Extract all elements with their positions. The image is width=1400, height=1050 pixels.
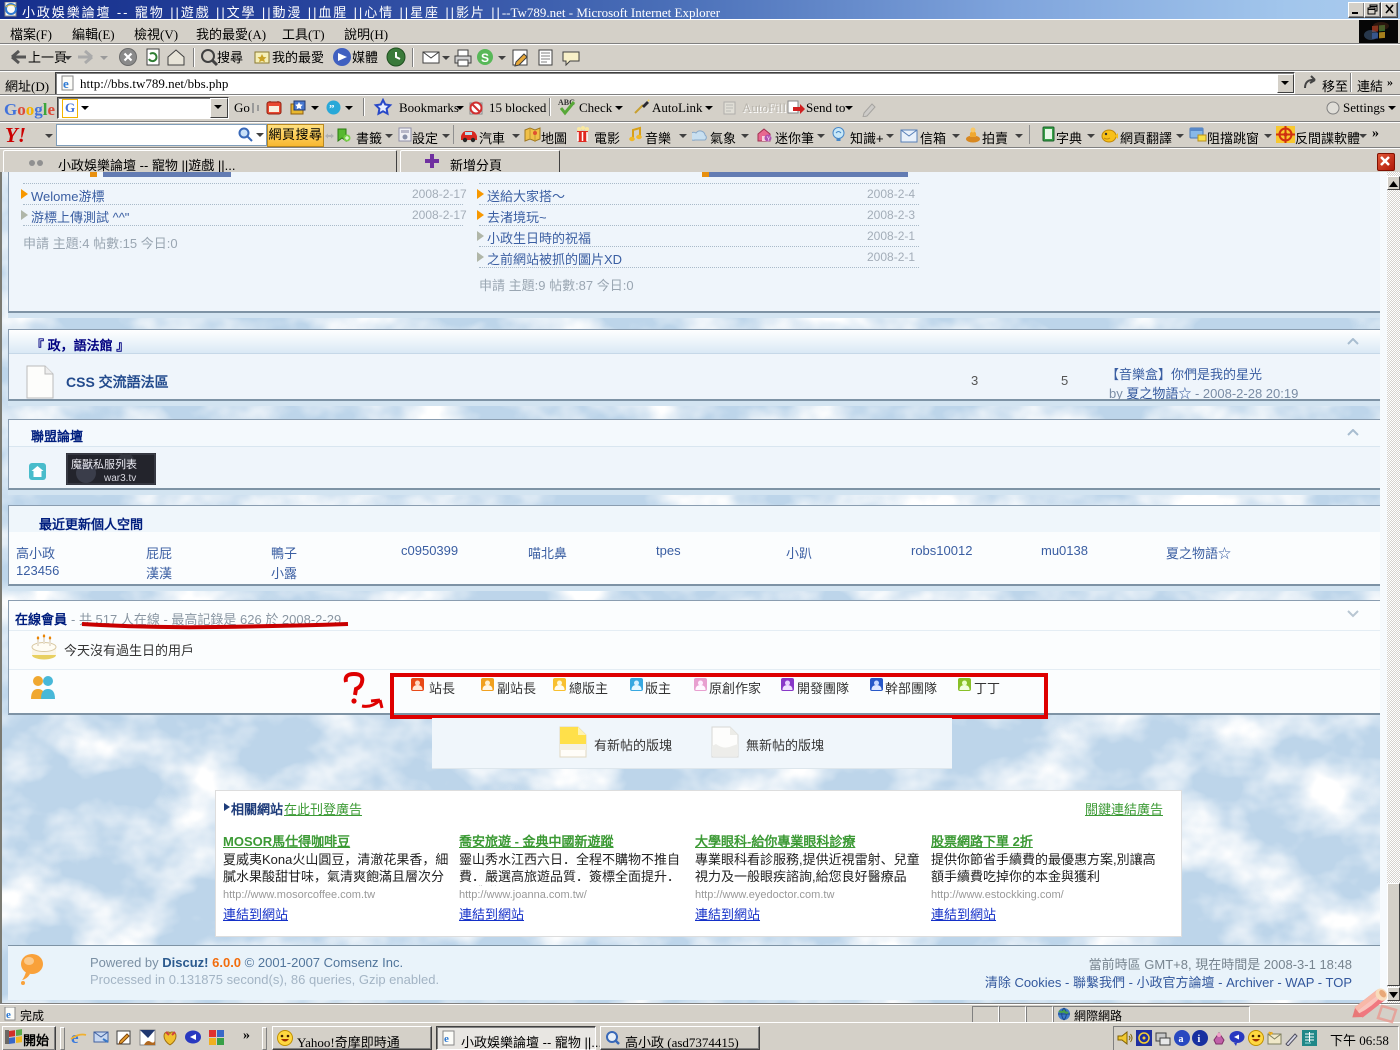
svg-text:war3.tv: war3.tv [103,473,136,484]
svg-text:媒體: 媒體 [352,50,378,65]
svg-text:e: e [63,76,69,91]
svg-text:上一頁: 上一頁 [28,50,67,65]
svg-text:S: S [481,51,489,65]
svg-text:”: ” [329,103,335,115]
svg-text:我的最愛: 我的最愛 [272,50,324,65]
svg-text:魔獸私服列表: 魔獸私服列表 [71,457,137,471]
svg-text:Y: Y [767,137,772,143]
svg-text:搜尋: 搜尋 [217,50,243,65]
svg-text:i: i [1198,1034,1201,1045]
svg-text:e: e [6,1009,11,1021]
svg-text:Google: Google [4,100,55,119]
svg-text:e: e [444,1033,449,1045]
svg-text:a: a [1179,1034,1184,1045]
svg-text:Y!: Y! [5,123,26,147]
